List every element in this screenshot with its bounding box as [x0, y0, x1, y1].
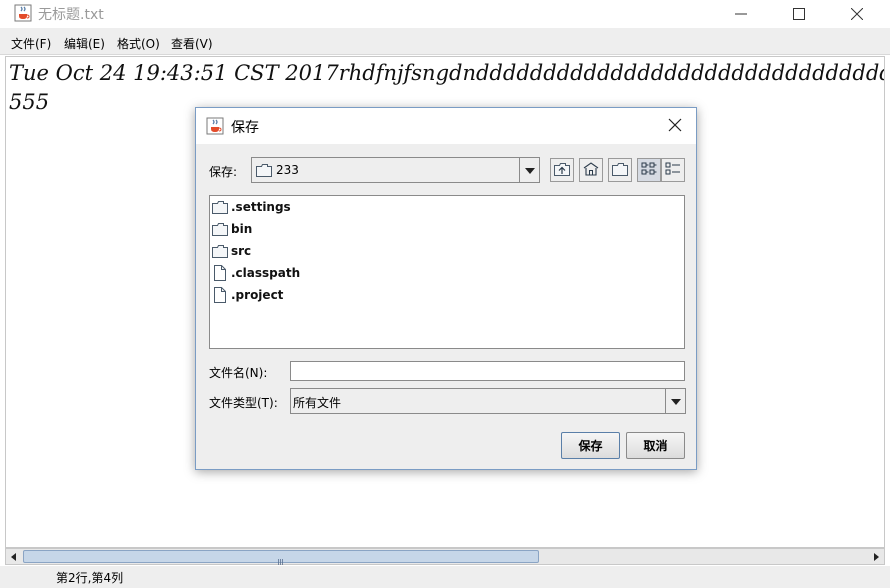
- folder-icon: [212, 222, 231, 236]
- details-view-icon: [665, 162, 681, 179]
- minimize-button[interactable]: [712, 0, 770, 28]
- menu-edit[interactable]: 编辑(E): [64, 35, 105, 52]
- up-folder-icon: [554, 162, 570, 179]
- close-icon: [668, 118, 682, 135]
- list-view-icon: [641, 162, 657, 179]
- list-view-button[interactable]: [637, 158, 661, 182]
- save-dialog: 保存 保存: 233 .settings bin src .classpath …: [195, 107, 697, 470]
- list-item[interactable]: .classpath: [212, 263, 300, 283]
- filename-field[interactable]: [290, 361, 685, 381]
- current-folder: 233: [276, 163, 299, 177]
- folder-icon: [212, 200, 231, 214]
- file-name: .classpath: [231, 266, 301, 280]
- new-folder-button[interactable]: [608, 158, 632, 182]
- save-in-combo[interactable]: 233: [251, 157, 540, 183]
- file-list[interactable]: .settings bin src .classpath .project: [209, 195, 685, 349]
- editor-line-2: 555: [9, 90, 50, 114]
- save-in-label: 保存:: [209, 165, 238, 179]
- grip-icon: [278, 554, 284, 565]
- file-name: .settings: [231, 200, 291, 214]
- home-icon: [583, 161, 599, 179]
- dialog-close-button[interactable]: [662, 114, 688, 138]
- list-item[interactable]: .project: [212, 285, 283, 305]
- cancel-button[interactable]: 取消: [626, 432, 685, 459]
- arrow-right-icon: [872, 550, 880, 564]
- combo-dropdown-button[interactable]: [665, 389, 685, 413]
- file-icon: [212, 265, 231, 281]
- chevron-down-icon: [670, 394, 681, 408]
- menu-format[interactable]: 格式(O): [117, 35, 160, 52]
- file-name: bin: [231, 222, 253, 236]
- file-name: .project: [231, 288, 284, 302]
- chevron-down-icon: [524, 163, 535, 177]
- folder-icon: [212, 244, 231, 258]
- folder-icon: [256, 164, 272, 180]
- minimize-icon: [735, 8, 747, 20]
- java-cup-icon: [14, 4, 32, 22]
- editor-line-1: Tue Oct 24 19:43:51 CST 2017rhdfnjfsngdn…: [9, 61, 885, 85]
- new-folder-icon: [612, 162, 628, 179]
- home-button[interactable]: [579, 158, 603, 182]
- scrollbar-thumb[interactable]: [23, 550, 539, 565]
- up-folder-button[interactable]: [550, 158, 574, 182]
- horizontal-scrollbar[interactable]: [5, 548, 885, 565]
- dialog-title: 保存: [231, 120, 259, 136]
- filetype-label: 文件类型(T):: [209, 396, 278, 410]
- maximize-button[interactable]: [770, 0, 828, 28]
- close-button[interactable]: [828, 0, 886, 28]
- details-view-button[interactable]: [661, 158, 685, 182]
- save-button[interactable]: 保存: [561, 432, 620, 459]
- list-item[interactable]: bin: [212, 219, 252, 239]
- close-icon: [851, 8, 863, 20]
- filename-label: 文件名(N):: [209, 366, 268, 380]
- file-icon: [212, 287, 231, 303]
- filetype-combo[interactable]: 所有文件: [290, 388, 686, 414]
- scroll-left-button[interactable]: [6, 549, 22, 564]
- list-item[interactable]: src: [212, 241, 251, 261]
- file-name: src: [231, 244, 252, 258]
- arrow-left-icon: [10, 550, 18, 564]
- combo-dropdown-button[interactable]: [519, 158, 539, 182]
- status-bar: 第2行,第4列: [0, 566, 890, 588]
- cursor-position: 第2行,第4列: [56, 571, 124, 585]
- menu-bar: 文件(F) 编辑(E) 格式(O) 查看(V): [0, 28, 890, 55]
- java-cup-icon: [206, 117, 224, 135]
- scroll-right-button[interactable]: [868, 549, 884, 564]
- window-title: 无标题.txt: [38, 7, 104, 23]
- menu-view[interactable]: 查看(V): [171, 35, 213, 52]
- maximize-icon: [793, 8, 805, 20]
- filetype-value: 所有文件: [293, 396, 342, 410]
- dialog-title-bar: 保存: [196, 108, 696, 144]
- menu-file[interactable]: 文件(F): [11, 35, 51, 52]
- list-item[interactable]: .settings: [212, 197, 291, 217]
- window-title-bar: 无标题.txt: [0, 0, 890, 28]
